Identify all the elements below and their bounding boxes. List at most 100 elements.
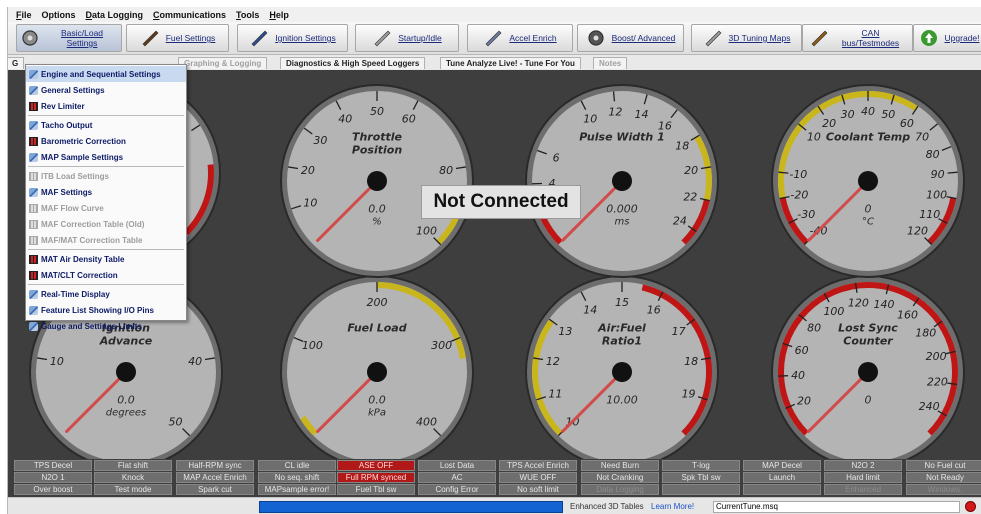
- gauge-tick-label: 100: [926, 189, 947, 202]
- gauge-throttle[interactable]: 1020304050608090100ThrottlePosition0.0%: [277, 81, 477, 281]
- status-indicator: Full RPM synced: [337, 472, 415, 483]
- gauge-tick-label: 180: [915, 326, 936, 339]
- menu-item-mat-air-density-table[interactable]: MAT Air Density Table: [26, 251, 186, 267]
- gauge-hub: [116, 362, 136, 382]
- status-indicator: Launch: [743, 472, 821, 483]
- gauge-coolant[interactable]: -40-30-20-10102030405060708090100110120C…: [768, 81, 968, 281]
- gauge-tick-label: 30: [313, 134, 327, 147]
- toolbar-button-label: Boost/ Advanced: [611, 33, 676, 43]
- menu-item-real-time-display[interactable]: Real-Time Display: [26, 286, 186, 302]
- wrench-icon: [372, 29, 392, 47]
- status-indicator: Enhanced: [824, 484, 902, 495]
- table-icon: [29, 101, 38, 111]
- toolbar-button-accel-enrich[interactable]: Accel Enrich: [467, 24, 573, 52]
- gauge-unit: degrees: [106, 408, 146, 419]
- gauge-tick-label: 400: [416, 415, 437, 428]
- menu-item-rev-limiter[interactable]: Rev Limiter: [26, 98, 186, 114]
- gauge-lost-sync[interactable]: 20 40 60 80100 120 140160 180 200 220 240 Lost Syn…: [768, 272, 968, 472]
- menu-item-map-sample-settings[interactable]: MAP Sample Settings: [26, 149, 186, 165]
- menu-item-barometric-correction[interactable]: Barometric Correction: [26, 133, 186, 149]
- gauge-tick-label: 60: [402, 113, 416, 126]
- gauge-hub: [612, 171, 632, 191]
- menu-item-label: General Settings: [41, 85, 105, 95]
- gauge-unit: °C: [862, 217, 874, 228]
- atom-icon: [483, 29, 503, 47]
- gauge-value: 0.0: [117, 394, 135, 407]
- menu-bar: File Options Data Logging Communications Too…: [8, 7, 981, 22]
- toolbar-button-can-bus-testmodes[interactable]: CAN bus/Testmodes: [802, 24, 913, 52]
- gauge-tick-label: 20: [797, 394, 811, 407]
- menu-help[interactable]: Help: [264, 10, 294, 20]
- toolbar-button-ignition-settings[interactable]: Ignition Settings: [237, 24, 348, 52]
- status-indicator: WUE OFF: [499, 472, 577, 483]
- menu-item-feature-list-showing-i-o-pins[interactable]: Feature List Showing I/O Pins: [26, 302, 186, 318]
- table-icon: [29, 254, 38, 264]
- gauge-pulse-width[interactable]: 2461012141618202224Pulse Width 10.000ms: [522, 81, 722, 281]
- tab-g[interactable]: G: [8, 57, 25, 69]
- gauge-tick-label: 240: [919, 400, 940, 413]
- toolbar-button-basic-load-settings[interactable]: Basic/Load Settings: [16, 24, 122, 52]
- gauge-title: Pulse Width 1: [579, 131, 664, 144]
- progress-bar: [259, 501, 563, 513]
- error-indicator-icon[interactable]: [965, 501, 976, 512]
- status-indicator: N2O 1: [14, 472, 92, 483]
- gauge-tick-label: 50: [168, 415, 182, 428]
- toolbar-button-boost-advanced[interactable]: Boost/ Advanced: [577, 24, 684, 52]
- menu-tools[interactable]: Tools: [231, 10, 264, 20]
- gauge-value: 0: [865, 394, 872, 407]
- gauge-value: 0: [865, 203, 872, 216]
- gauge-fuel-load[interactable]: 100 200 300 400 Fuel Load 0.0kPa: [277, 272, 477, 472]
- tab-graphing-logging[interactable]: Graphing & Logging: [178, 57, 268, 69]
- menu-communications[interactable]: Communications: [148, 10, 231, 20]
- gauge-tick-label: 16: [647, 304, 661, 317]
- menu-item-general-settings[interactable]: General Settings: [26, 82, 186, 98]
- gauge-tick-label: 80: [439, 164, 453, 177]
- status-indicator: ASE OFF: [337, 460, 415, 471]
- gauge-tick-label: 17: [672, 325, 686, 338]
- menu-file[interactable]: File: [11, 10, 37, 20]
- gauge-tick-label: 13: [558, 325, 572, 338]
- status-indicator: Data Logging: [581, 484, 659, 495]
- gauge-tick-label: 14: [583, 304, 597, 317]
- menu-options[interactable]: Options: [37, 10, 81, 20]
- tab-notes[interactable]: Notes: [593, 57, 628, 69]
- status-indicator: TPS Decel: [14, 460, 92, 471]
- gauge-tick-label: 20: [684, 164, 698, 177]
- gauge-tick-label: 50: [370, 105, 384, 118]
- menu-item-engine-and-sequential-settings[interactable]: Engine and Sequential Settings: [26, 66, 186, 82]
- gauge-tick-label: 14: [635, 108, 649, 121]
- gauge-tick-label: 160: [897, 308, 918, 321]
- menu-item-label: MAT Air Density Table: [41, 254, 125, 264]
- gauge-title: Air:Fuel: [597, 322, 646, 335]
- menu-item-gauge-and-settings-limits[interactable]: Gauge and Settings Limits: [26, 318, 186, 334]
- status-indicator: Lost Data: [418, 460, 496, 471]
- menu-item-mat-clt-correction[interactable]: MAT/CLT Correction: [26, 267, 186, 283]
- menu-item-tacho-output[interactable]: Tacho Output: [26, 117, 186, 133]
- tab-tune-analyze-live-tune-for-you[interactable]: Tune Analyze Live! - Tune For You: [440, 57, 581, 69]
- toolbar-button-startup-idle[interactable]: Startup/Idle: [355, 24, 459, 52]
- basic-load-settings-menu: Engine and Sequential Settings General Se…: [25, 64, 187, 331]
- toolbar-button-label: Upgrade!: [944, 33, 980, 43]
- toolbar-button-fuel-settings[interactable]: Fuel Settings: [126, 24, 229, 52]
- menu-separator: [28, 115, 184, 116]
- gauge-tick-label: 80: [807, 321, 821, 334]
- toolbar-button-3d-tuning-maps[interactable]: 3D Tuning Maps: [691, 24, 802, 52]
- status-indicator: [743, 484, 821, 495]
- gauge-tick-label: 40: [791, 369, 805, 382]
- gauge-hub: [367, 362, 387, 382]
- gauge-tick-label: 200: [926, 350, 947, 363]
- gauge-tick-label: 80: [926, 148, 940, 161]
- menu-item-label: Rev Limiter: [41, 101, 85, 111]
- status-indicator: [662, 484, 740, 495]
- menu-data-logging[interactable]: Data Logging: [81, 10, 149, 20]
- toolbar-button-upgrade[interactable]: Upgrade!: [913, 24, 981, 52]
- menu-item-maf-flow-curve: MAF Flow Curve: [26, 200, 186, 216]
- tab-diagnostics-high-speed-loggers[interactable]: Diagnostics & High Speed Loggers: [280, 57, 426, 69]
- learn-more-link[interactable]: Learn More!: [651, 502, 694, 511]
- status-indicator: AC: [418, 472, 496, 483]
- menu-item-label: Real-Time Display: [41, 289, 110, 299]
- menu-item-maf-correction-table-old: MAF Correction Table (Old): [26, 216, 186, 232]
- wrench-icon: [29, 69, 38, 79]
- gauge-afr[interactable]: 10111213141516171819Air:FuelRatio110.00: [522, 272, 722, 472]
- menu-item-maf-settings[interactable]: MAF Settings: [26, 184, 186, 200]
